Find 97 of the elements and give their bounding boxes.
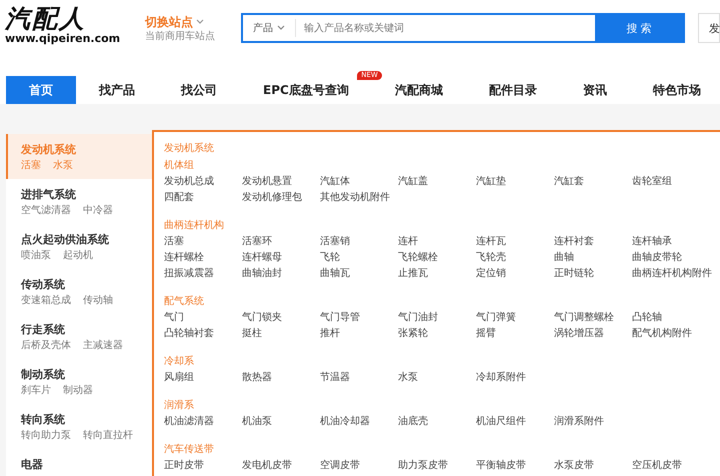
category-link[interactable]: 凸轮轴衬套: [164, 326, 242, 342]
nav-tab[interactable]: 配件目录: [466, 76, 560, 104]
category-link[interactable]: 汽缸体: [320, 174, 398, 190]
category-link[interactable]: 飞轮螺栓: [398, 250, 476, 266]
category-link[interactable]: 发动机悬置: [242, 174, 320, 190]
category-link[interactable]: 挺柱: [242, 326, 320, 342]
sidebar-link[interactable]: 起动机: [63, 248, 93, 264]
sidebar-title[interactable]: 行走系统: [21, 322, 152, 338]
category-link[interactable]: 曲轴皮带轮: [632, 250, 710, 266]
sidebar-link[interactable]: 传动轴: [83, 293, 113, 309]
category-link[interactable]: 扭振减震器: [164, 266, 242, 282]
category-link[interactable]: 汽缸垫: [476, 174, 554, 190]
category-link[interactable]: 润滑系附件: [554, 414, 632, 430]
chevron-down-icon: [277, 25, 285, 31]
category-link[interactable]: 发动机修理包: [242, 190, 320, 206]
category-link[interactable]: 活塞销: [320, 234, 398, 250]
category-link[interactable]: 机油泵: [242, 414, 320, 430]
category-link[interactable]: 气门导管: [320, 310, 398, 326]
category-link[interactable]: 散热器: [242, 370, 320, 386]
sidebar-title[interactable]: 转向系统: [21, 412, 152, 428]
category-link[interactable]: 气门油封: [398, 310, 476, 326]
category-link[interactable]: 飞轮: [320, 250, 398, 266]
chevron-down-icon: [196, 19, 204, 25]
sidebar-link[interactable]: 中冷器: [83, 203, 113, 219]
category-link[interactable]: 机油尺组件: [476, 414, 554, 430]
category-link[interactable]: 其他发动机附件: [320, 190, 398, 206]
category-link[interactable]: 节温器: [320, 370, 398, 386]
category-link[interactable]: 气门: [164, 310, 242, 326]
category-link[interactable]: 水泵皮带: [554, 458, 632, 474]
search-bar[interactable]: 产品 输入产品名称或关键词 搜 索: [241, 13, 685, 43]
category-link[interactable]: 连杆瓦: [476, 234, 554, 250]
category-link[interactable]: 推杆: [320, 326, 398, 342]
category-link[interactable]: 止推瓦: [398, 266, 476, 282]
category-link[interactable]: 曲柄连杆机构附件: [632, 266, 710, 282]
nav-tab[interactable]: 首页: [6, 76, 76, 104]
logo-url: www.qipeiren.com: [5, 33, 122, 45]
category-link[interactable]: 正时皮带: [164, 458, 242, 474]
nav-tab[interactable]: 特色市场: [630, 76, 720, 104]
category-link[interactable]: 曲轴: [554, 250, 632, 266]
header-button[interactable]: 发: [698, 13, 720, 43]
category-link[interactable]: 连杆衬套: [554, 234, 632, 250]
category-link[interactable]: 油底壳: [398, 414, 476, 430]
sidebar-link[interactable]: 主减速器: [83, 338, 123, 354]
category-link[interactable]: 连杆螺母: [242, 250, 320, 266]
sidebar-link[interactable]: 空气滤清器: [21, 203, 71, 219]
sidebar-title[interactable]: 传动系统: [21, 277, 152, 293]
category-link[interactable]: 张紧轮: [398, 326, 476, 342]
category-link[interactable]: 涡轮增压器: [554, 326, 632, 342]
logo-text[interactable]: 汽配人: [5, 5, 123, 33]
category-link[interactable]: 凸轮轴: [632, 310, 710, 326]
current-site-label: 当前商用车站点: [145, 30, 216, 44]
category-link[interactable]: 四配套: [164, 190, 242, 206]
category-link[interactable]: 气门调整螺栓: [554, 310, 632, 326]
category-link[interactable]: 汽缸套: [554, 174, 632, 190]
sidebar-link[interactable]: 制动器: [63, 383, 93, 399]
category-link[interactable]: 空压机皮带: [632, 458, 710, 474]
category-link[interactable]: 连杆螺栓: [164, 250, 242, 266]
nav-tab[interactable]: 找产品: [76, 76, 158, 104]
nav-tab[interactable]: 资讯: [560, 76, 630, 104]
category-link[interactable]: 曲轴瓦: [320, 266, 398, 282]
search-button[interactable]: 搜 索: [595, 15, 683, 41]
category-link[interactable]: 风扇组: [164, 370, 242, 386]
category-link[interactable]: 汽缸盖: [398, 174, 476, 190]
category-link[interactable]: 定位销: [476, 266, 554, 282]
category-link[interactable]: 连杆: [398, 234, 476, 250]
panel-title: 发动机系统: [164, 142, 215, 156]
sidebar-title[interactable]: 电器: [21, 457, 152, 473]
category-link[interactable]: 活塞: [164, 234, 242, 250]
sidebar-title[interactable]: 点火起动供油系统: [21, 232, 152, 248]
category-link[interactable]: 发动机总成: [164, 174, 242, 190]
sidebar-title[interactable]: 进排气系统: [21, 187, 152, 203]
sidebar-link[interactable]: 变速箱总成: [21, 293, 71, 309]
category-link[interactable]: 飞轮壳: [476, 250, 554, 266]
category-link[interactable]: 助力泵皮带: [398, 458, 476, 474]
sidebar-link[interactable]: 转向直拉杆: [83, 428, 133, 444]
category-link[interactable]: 发电机皮带: [242, 458, 320, 474]
category-link[interactable]: 齿轮室组: [632, 174, 710, 190]
category-link[interactable]: 平衡轴皮带: [476, 458, 554, 474]
category-link[interactable]: 配气机构附件: [632, 326, 710, 342]
category-link[interactable]: 连杆轴承: [632, 234, 710, 250]
category-link[interactable]: 活塞环: [242, 234, 320, 250]
category-link[interactable]: 曲轴油封: [242, 266, 320, 282]
category-link[interactable]: 空调皮带: [320, 458, 398, 474]
category-link[interactable]: 气门弹簧: [476, 310, 554, 326]
category-link[interactable]: 气门锁夹: [242, 310, 320, 326]
sidebar-link[interactable]: 喷油泵: [21, 248, 51, 264]
category-link[interactable]: 冷却系附件: [476, 370, 554, 386]
category-link[interactable]: 正时链轮: [554, 266, 632, 282]
sidebar-link[interactable]: 转向助力泵: [21, 428, 71, 444]
nav-tab[interactable]: 找公司: [158, 76, 240, 104]
category-link[interactable]: 摇臂: [476, 326, 554, 342]
sidebar-link[interactable]: 后桥及壳体: [21, 338, 71, 354]
sidebar-link[interactable]: 刹车片: [21, 383, 51, 399]
category-link[interactable]: 机油滤清器: [164, 414, 242, 430]
category-link[interactable]: 机油冷却器: [320, 414, 398, 430]
category-link[interactable]: 水泵: [398, 370, 476, 386]
sidebar-title[interactable]: 制动系统: [21, 367, 152, 383]
